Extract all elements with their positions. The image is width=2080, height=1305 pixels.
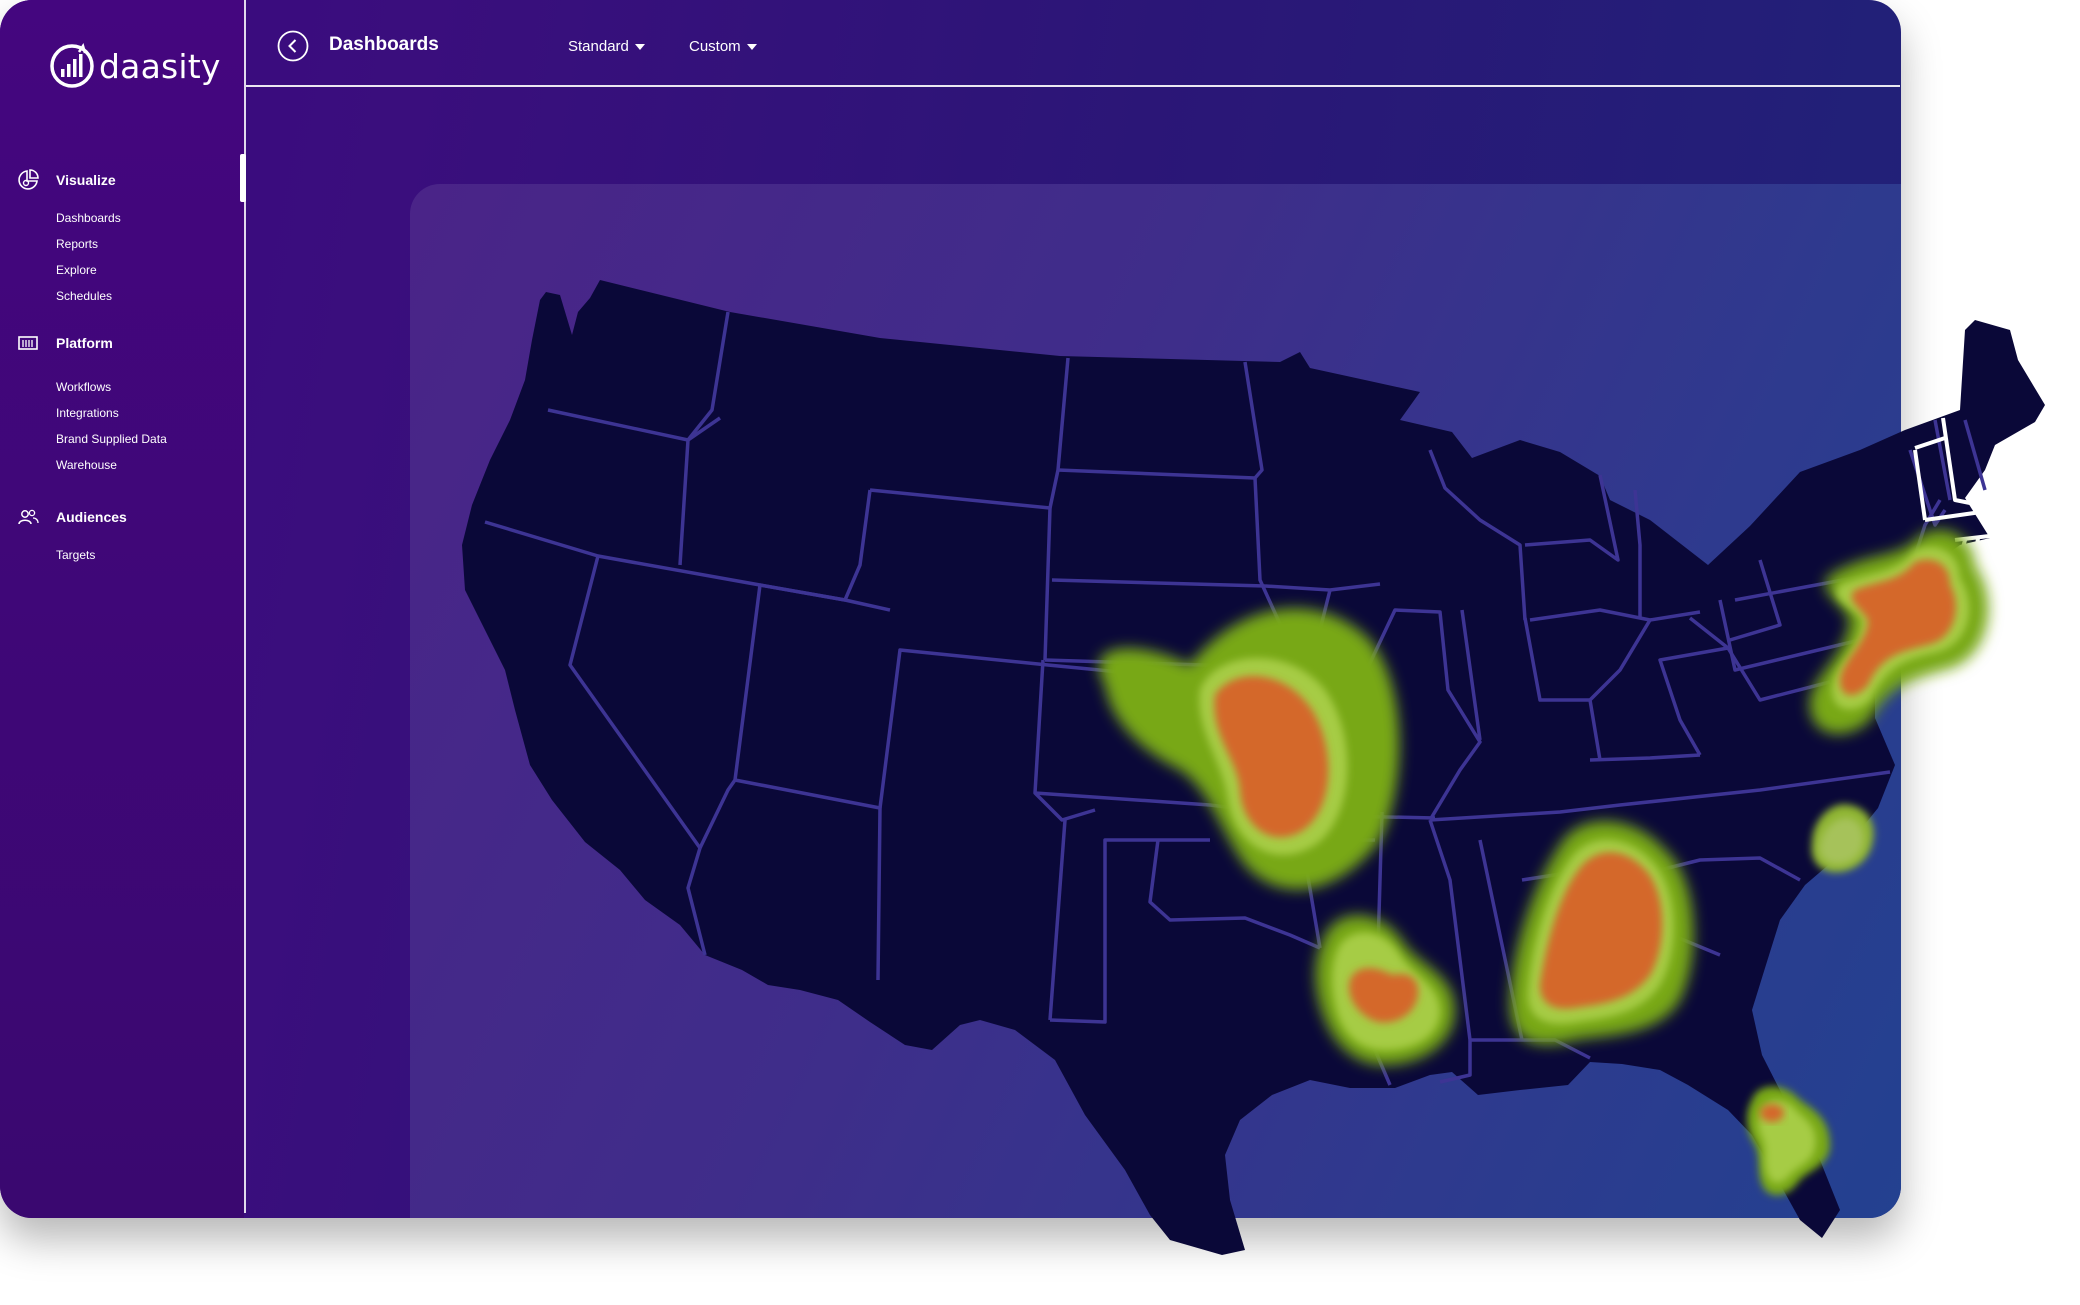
us-heat-map xyxy=(462,280,2045,1255)
